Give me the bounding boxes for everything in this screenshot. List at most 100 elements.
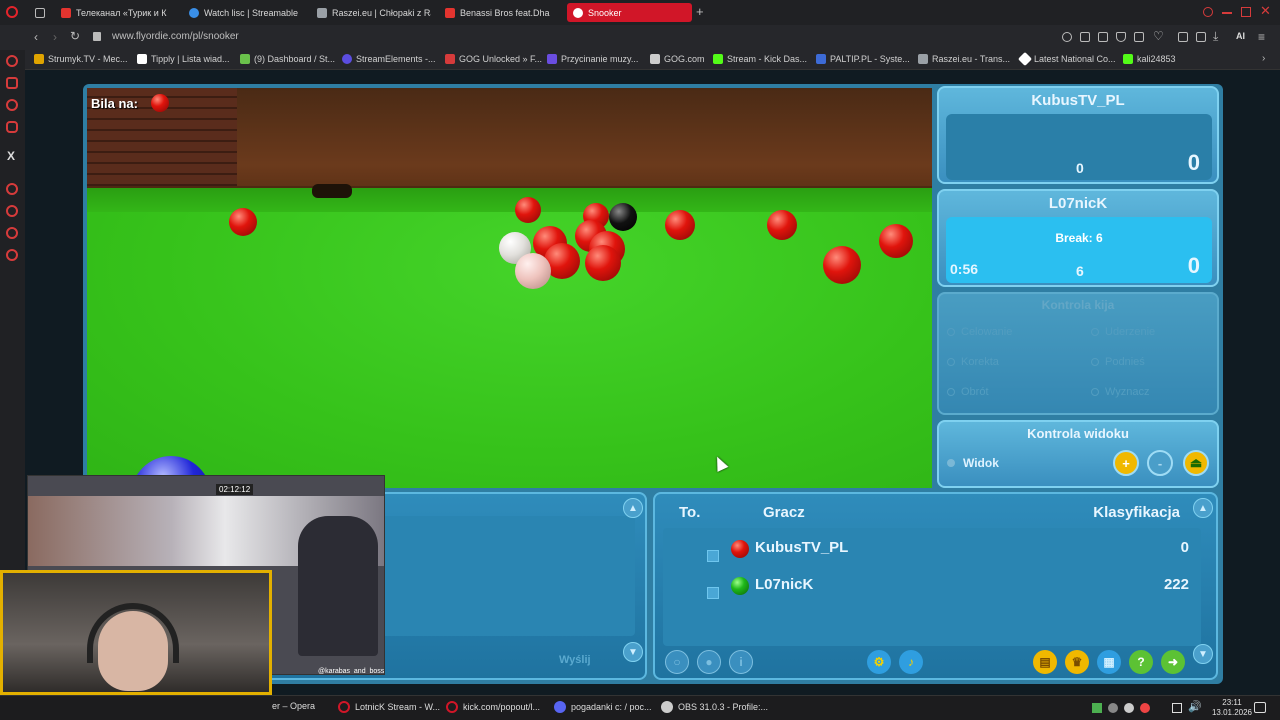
url-input[interactable]: www.flyordie.com/pl/snooker bbox=[112, 31, 239, 42]
bookmark-favicon bbox=[34, 54, 44, 64]
snapshot-icon[interactable] bbox=[1098, 32, 1108, 42]
eject-view-icon[interactable]: ⏏ bbox=[1183, 450, 1209, 476]
table-icon[interactable]: ▦ bbox=[1097, 650, 1121, 674]
bookmark-item[interactable]: PALTIP.PL - Syste... bbox=[816, 54, 910, 64]
wallet-icon[interactable] bbox=[1196, 32, 1206, 42]
bookmark-icon[interactable] bbox=[1134, 32, 1144, 42]
option-rotate[interactable]: Obrót bbox=[947, 386, 989, 398]
chevron-down-icon[interactable]: ▼ bbox=[623, 642, 643, 662]
clock-time: 23:11 bbox=[1222, 698, 1242, 707]
lobby-icon[interactable]: ▤ bbox=[1033, 650, 1057, 674]
reload-icon[interactable]: ↻ bbox=[70, 29, 80, 43]
x-twitter-icon[interactable]: X bbox=[7, 149, 15, 163]
zoom-icon[interactable]: ○ bbox=[665, 650, 689, 674]
address-bar-row: ‹ › ↻ www.flyordie.com/pl/snooker ♡ ⤓ AI… bbox=[0, 25, 1280, 50]
bookmark-item[interactable]: StreamElements -... bbox=[342, 54, 436, 64]
option-adjust[interactable]: Korekta bbox=[947, 356, 999, 368]
heart-icon[interactable]: ♡ bbox=[1153, 29, 1164, 43]
menu-icon[interactable]: ≡ bbox=[1258, 30, 1265, 44]
bookmark-item[interactable]: Stream - Kick Das... bbox=[713, 54, 807, 64]
profile-icon[interactable]: ● bbox=[697, 650, 721, 674]
system-clock[interactable]: 23:11 13.01.2026 bbox=[1212, 698, 1252, 718]
bookmark-item[interactable]: Strumyk.TV - Mec... bbox=[34, 54, 128, 64]
discord-icon bbox=[554, 701, 566, 713]
workspaces-icon[interactable] bbox=[35, 8, 45, 18]
player-rank: 0 bbox=[1180, 539, 1189, 556]
camera-icon[interactable] bbox=[1080, 32, 1090, 42]
taskbar-item[interactable]: pogadanki c: / poc... bbox=[554, 701, 652, 713]
zoom-icon[interactable] bbox=[1062, 32, 1072, 42]
bag-icon[interactable] bbox=[6, 77, 18, 89]
taskbar-item[interactable]: LotnicK Stream - W... bbox=[338, 701, 440, 713]
player-ball-icon bbox=[731, 577, 749, 595]
chevron-up-icon[interactable]: ▲ bbox=[1193, 498, 1213, 518]
tab-snooker[interactable]: Snooker bbox=[567, 3, 692, 22]
tab-4[interactable]: Benassi Bros feat.Dha bbox=[439, 3, 561, 22]
download-icon[interactable]: ⤓ bbox=[1213, 29, 1218, 44]
tray-icon[interactable] bbox=[1108, 703, 1118, 713]
bookmark-item[interactable]: Latest National Co... bbox=[1017, 51, 1116, 67]
tray-icon[interactable] bbox=[1124, 703, 1134, 713]
taskbar-item[interactable]: kick.com/popout/l... bbox=[446, 701, 540, 713]
option-set[interactable]: Wyznacz bbox=[1091, 386, 1150, 398]
table-row[interactable]: KubusTV_PL 0 bbox=[663, 538, 1201, 568]
minimize-icon[interactable] bbox=[1222, 12, 1232, 14]
view-option[interactable]: Widok bbox=[947, 456, 999, 470]
history-icon[interactable] bbox=[6, 205, 18, 217]
sound-icon[interactable]: ♪ bbox=[899, 650, 923, 674]
maximize-icon[interactable] bbox=[1241, 7, 1251, 17]
back-icon[interactable]: ‹ bbox=[34, 30, 38, 44]
bookmark-item[interactable]: Raszei.eu - Trans... bbox=[918, 54, 1010, 64]
bookmark-item[interactable]: GOG.com bbox=[650, 54, 705, 64]
player-info-icon[interactable]: i bbox=[729, 650, 753, 674]
new-tab-button[interactable]: + bbox=[696, 4, 704, 19]
tab-2[interactable]: Watch lisc | Streamable bbox=[183, 3, 303, 22]
bookmark-item[interactable]: kali24853 bbox=[1123, 54, 1176, 64]
exit-icon[interactable]: ➜ bbox=[1161, 650, 1185, 674]
webcam-handle: @karabas_and_boss bbox=[318, 668, 385, 675]
search-tabs-icon[interactable] bbox=[1203, 7, 1213, 17]
close-icon[interactable]: ✕ bbox=[1260, 3, 1271, 19]
music-icon[interactable] bbox=[6, 183, 18, 195]
trophy-icon[interactable]: ♛ bbox=[1065, 650, 1089, 674]
pinboard-icon[interactable] bbox=[6, 227, 18, 239]
taskbar-item[interactable]: er – Opera bbox=[272, 701, 315, 711]
aria-icon[interactable] bbox=[6, 55, 18, 67]
tab-3[interactable]: Raszei.eu | Chłopaki z Ra bbox=[311, 3, 431, 22]
bookmark-item[interactable]: GOG Unlocked » F... bbox=[445, 54, 542, 64]
option-raise[interactable]: Podnieś bbox=[1091, 356, 1145, 368]
table-row[interactable]: L07nicK 222 bbox=[663, 575, 1201, 605]
ai-icon[interactable]: AI bbox=[1236, 31, 1245, 41]
snooker-table-view[interactable]: Bila na: bbox=[87, 88, 932, 488]
settings-icon[interactable]: ⚙ bbox=[867, 650, 891, 674]
instagram-icon[interactable] bbox=[6, 121, 18, 133]
bookmark-item[interactable]: Przycinanie muzy... bbox=[547, 54, 638, 64]
messenger-icon[interactable] bbox=[6, 99, 18, 111]
chevron-down-icon[interactable]: ▼ bbox=[1193, 644, 1213, 664]
tab-1[interactable]: Телеканал «Турик и К bbox=[55, 3, 175, 22]
bookmark-item[interactable]: (9) Dashboard / St... bbox=[240, 54, 335, 64]
bookmark-favicon bbox=[137, 54, 147, 64]
send-button[interactable]: Wyślij bbox=[559, 654, 591, 666]
tray-icon[interactable] bbox=[1092, 703, 1102, 713]
tray-icon[interactable] bbox=[1140, 703, 1150, 713]
shield-icon[interactable] bbox=[1116, 32, 1126, 42]
taskbar-item[interactable]: OBS 31.0.3 - Profile:... bbox=[661, 701, 768, 713]
clock-date: 13.01.2026 bbox=[1211, 708, 1252, 717]
option-aim[interactable]: Celowanie bbox=[947, 326, 1012, 338]
more-bookmarks-icon[interactable]: › bbox=[1262, 53, 1265, 64]
help-icon[interactable]: ? bbox=[1129, 650, 1153, 674]
zoom-out-icon[interactable]: - bbox=[1147, 450, 1173, 476]
volume-icon[interactable]: 🔊 bbox=[1188, 700, 1202, 713]
bookmark-item[interactable]: Tipply | Lista wiad... bbox=[137, 54, 230, 64]
network-icon[interactable] bbox=[1172, 703, 1182, 713]
notification-icon[interactable] bbox=[1254, 702, 1266, 713]
forward-icon[interactable]: › bbox=[53, 30, 57, 44]
extensions-icon[interactable] bbox=[1178, 32, 1188, 42]
player1-score: 0 bbox=[1076, 160, 1084, 176]
chevron-up-icon[interactable]: ▲ bbox=[623, 498, 643, 518]
opera-logo-icon[interactable] bbox=[6, 6, 18, 18]
option-strike[interactable]: Uderzenie bbox=[1091, 326, 1155, 338]
settings-icon[interactable] bbox=[6, 249, 18, 261]
zoom-in-icon[interactable]: + bbox=[1113, 450, 1139, 476]
